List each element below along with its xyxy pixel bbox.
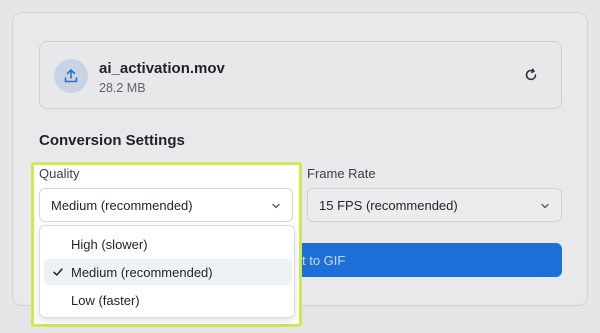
quality-label: Quality — [39, 166, 80, 181]
option-label: Low (faster) — [71, 292, 140, 308]
chevron-down-icon — [541, 203, 549, 209]
check-icon — [53, 268, 63, 276]
quality-option-high[interactable]: High (slower) — [44, 231, 292, 257]
quality-option-low[interactable]: Low (faster) — [44, 287, 292, 313]
convert-button-label: t to GIF — [302, 252, 346, 268]
option-label: Medium (recommended) — [71, 264, 213, 280]
frame-rate-select[interactable]: 15 FPS (recommended) — [307, 188, 562, 222]
reset-icon[interactable] — [522, 66, 540, 84]
quality-select[interactable]: Medium (recommended) — [39, 188, 293, 222]
convert-to-gif-button[interactable]: t to GIF — [270, 243, 562, 277]
chevron-down-icon — [272, 203, 280, 209]
frame-rate-value: 15 FPS (recommended) — [319, 197, 458, 213]
quality-dropdown-menu: High (slower) Medium (recommended) Low (… — [39, 225, 295, 318]
file-name: ai_activation.mov — [99, 60, 225, 77]
option-label: High (slower) — [71, 236, 148, 252]
quality-value: Medium (recommended) — [51, 197, 193, 213]
quality-option-medium[interactable]: Medium (recommended) — [44, 259, 292, 285]
file-size: 28.2 MB — [99, 81, 146, 95]
frame-rate-label: Frame Rate — [307, 166, 376, 181]
section-title: Conversion Settings — [39, 132, 185, 149]
file-info-box: ai_activation.mov 28.2 MB — [39, 41, 562, 109]
upload-icon[interactable] — [54, 59, 88, 93]
